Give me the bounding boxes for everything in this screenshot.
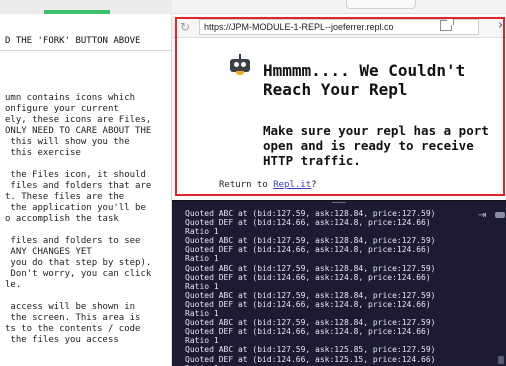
console-output: Quoted ABC at (bid:127.59, ask:128.84, p… — [185, 209, 435, 366]
external-link-icon[interactable] — [440, 18, 454, 31]
instruction-line: the screen. This area is — [5, 313, 141, 323]
console-panel[interactable]: Quoted ABC at (bid:127.59, ask:128.84, p… — [172, 205, 506, 366]
instruction-line: onfigure your current — [5, 104, 119, 114]
error-message: Make sure your repl has a port open and … — [263, 123, 489, 168]
chevron-right-icon[interactable]: › — [498, 18, 503, 33]
instruction-line: Don't worry, you can click — [5, 269, 152, 279]
heading-divider — [0, 50, 171, 51]
instruction-line: o accomplish the task — [5, 214, 119, 224]
instruction-line: you do that step by step). — [5, 258, 152, 268]
console-line: Quoted ABC at (bid:127.59, ask:128.84, p… — [185, 318, 436, 328]
instruction-line: ANY CHANGES YET — [5, 247, 92, 257]
console-line: Quoted DEF at (bid:124.66, ask:124.8, pr… — [185, 272, 431, 282]
console-line: Quoted DEF at (bid:124.66, ask:124.8, pr… — [185, 245, 431, 255]
instruction-line: ely, these icons are Files, — [5, 115, 152, 125]
splitter-grip[interactable] — [332, 202, 346, 203]
instruction-line: this exercise — [5, 148, 81, 158]
clear-console-icon[interactable] — [495, 212, 505, 218]
return-suffix: ? — [311, 180, 317, 190]
instruction-line: files and folders to see — [5, 236, 141, 246]
instruction-line: t. These files are the — [5, 192, 125, 202]
console-line: Ratio 1 — [185, 254, 219, 264]
toolbar-tab[interactable] — [346, 0, 416, 9]
instruction-line: files and folders that are — [5, 181, 152, 191]
return-line: Return to Repl.it? — [219, 180, 317, 190]
instruction-line: this will show you the — [5, 137, 130, 147]
console-line: Quoted DEF at (bid:124.66, ask:125.15, p… — [185, 354, 436, 364]
instruction-line: umn contains icons which — [5, 93, 136, 103]
instruction-line: le. — [5, 280, 22, 290]
instruction-line: the files you access — [5, 335, 119, 345]
instruction-line: ONLY NEED TO CARE ABOUT THE — [5, 126, 152, 136]
url-input[interactable]: https://JPM-MODULE-1-REPL--joeferrer.rep… — [199, 19, 479, 35]
error-title: Hmmmm.... We Couldn't Reach Your Repl — [263, 61, 466, 99]
console-line: Quoted DEF at (bid:124.66, ask:124.8, pr… — [185, 299, 431, 309]
console-line: Quoted ABC at (bid:127.59, ask:125.85, p… — [185, 345, 436, 355]
refresh-icon[interactable]: ↻ — [180, 20, 190, 34]
instruction-line: access will be shown in — [5, 302, 136, 312]
instruction-line: the application you'll be — [5, 203, 146, 213]
console-line: Quoted ABC at (bid:127.59, ask:128.84, p… — [185, 236, 436, 246]
replit-robot-icon — [228, 54, 252, 76]
webview-url-bar: ↻ https://JPM-MODULE-1-REPL--joeferrer.r… — [172, 16, 506, 38]
console-scroll-handle[interactable] — [498, 356, 504, 364]
console-toolbar: ⇥ — [478, 210, 505, 221]
console-line: Ratio 1 — [185, 309, 219, 319]
console-line: Quoted DEF at (bid:124.66, ask:124.8, pr… — [185, 327, 431, 337]
console-line: Ratio 1 — [185, 227, 219, 237]
console-line: Quoted ABC at (bid:127.59, ask:128.84, p… — [185, 263, 436, 273]
return-prefix: Return to — [219, 180, 274, 190]
instruction-line: the Files icon, it should — [5, 170, 146, 180]
instruction-line: ts to the contents / code — [5, 324, 141, 334]
instructions-heading: D THE 'FORK' BUTTON ABOVE — [5, 36, 141, 46]
return-to-replit-link[interactable]: Repl.it — [273, 180, 311, 190]
console-line: Quoted ABC at (bid:127.59, ask:128.84, p… — [185, 290, 436, 300]
exit-console-icon[interactable]: ⇥ — [478, 210, 486, 221]
console-line: Ratio 1 — [185, 281, 219, 291]
top-tab-strip — [0, 0, 506, 14]
console-line: Quoted DEF at (bid:124.66, ask:124.8, pr… — [185, 218, 431, 228]
instructions-panel: D THE 'FORK' BUTTON ABOVE umn contains i… — [0, 14, 172, 366]
console-line: Ratio 1 — [185, 336, 219, 346]
webview-panel: ↻ https://JPM-MODULE-1-REPL--joeferrer.r… — [172, 16, 506, 200]
console-line: Quoted ABC at (bid:127.59, ask:128.84, p… — [185, 209, 436, 218]
